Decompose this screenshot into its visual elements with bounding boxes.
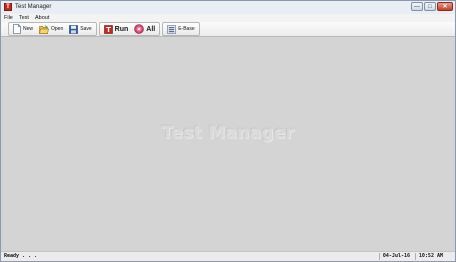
ebase-toolbar-group: E-Base: [162, 22, 200, 36]
save-button[interactable]: Save: [67, 24, 93, 35]
run-icon-glyph: T: [106, 26, 111, 34]
new-button[interactable]: New: [11, 24, 35, 35]
open-button-label: Open: [51, 25, 64, 32]
window-title: Test Manager: [15, 4, 52, 10]
run-all-button[interactable]: All: [132, 24, 157, 35]
menu-about[interactable]: About: [35, 14, 49, 22]
app-logo-icon: T: [4, 3, 12, 11]
database-icon: [167, 24, 177, 34]
run-all-icon: [134, 24, 145, 34]
new-button-label: New: [23, 25, 34, 32]
status-date: 04-Jul-16: [378, 253, 410, 260]
run-button-label: Run: [114, 25, 129, 33]
status-bar: Ready . . . 04-Jul-16 10:52 AM: [1, 251, 455, 261]
status-time: 10:52 AM: [414, 253, 443, 260]
minimize-button[interactable]: —: [411, 2, 423, 11]
close-button[interactable]: ✕: [437, 2, 453, 11]
ebase-button[interactable]: E-Base: [165, 24, 196, 35]
run-all-button-label: All: [146, 25, 156, 33]
save-button-label: Save: [80, 25, 92, 32]
title-bar[interactable]: T Test Manager — □ ✕: [1, 1, 455, 15]
app-watermark: Test Manager: [161, 123, 295, 143]
window-controls: — □ ✕: [411, 2, 453, 12]
status-text: Ready . . .: [4, 253, 38, 259]
new-document-icon: [13, 24, 21, 34]
run-button[interactable]: T Run: [102, 24, 131, 35]
workspace: Test Manager: [1, 37, 455, 252]
open-button[interactable]: Open: [37, 24, 65, 35]
app-window: T Test Manager — □ ✕ File Test About New: [0, 0, 456, 262]
menu-file[interactable]: File: [4, 14, 13, 22]
run-test-icon: T: [103, 24, 113, 34]
ebase-button-label: E-Base: [178, 25, 195, 32]
menu-test[interactable]: Test: [19, 14, 29, 22]
run-toolbar-group: T Run All: [98, 22, 161, 36]
menu-bar: File Test About: [1, 14, 455, 22]
file-toolbar-group: New Open Save: [8, 22, 97, 36]
open-folder-icon: [39, 24, 49, 34]
floppy-disk-icon: [69, 24, 79, 34]
maximize-button[interactable]: □: [424, 2, 436, 11]
toolbar: New Open Save T Run All E-Base: [1, 22, 455, 37]
